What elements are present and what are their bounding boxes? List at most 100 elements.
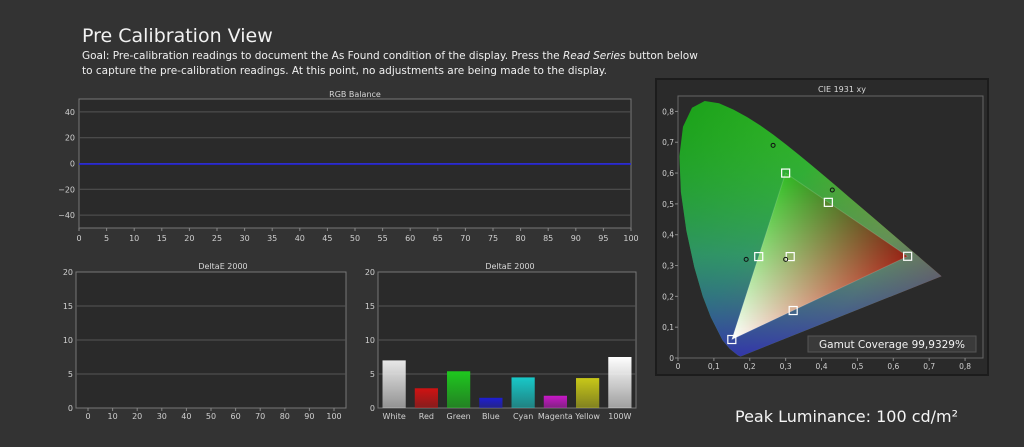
deltae-gray-y-tick-label: 15 <box>63 302 73 311</box>
rgb-x-tick-label: 80 <box>516 234 526 243</box>
goal-text: Goal: Pre-calibration readings to docume… <box>82 49 702 79</box>
bar-blue <box>479 397 503 408</box>
deltae-colors-y-tick-label: 15 <box>365 302 375 311</box>
bar-green <box>447 371 471 408</box>
bar-100w <box>608 357 632 408</box>
cie-x-tick-label: 0,6 <box>887 362 899 371</box>
rgb-x-tick-label: 25 <box>212 234 222 243</box>
cie-y-tick-label: 0 <box>669 354 674 363</box>
rgb-x-tick-label: 90 <box>571 234 581 243</box>
deltae-gray-x-tick-label: 70 <box>255 412 265 421</box>
cie-title: CIE 1931 xy <box>818 85 866 94</box>
peak-luminance: Peak Luminance: 100 cd/m² <box>735 407 959 426</box>
rgb-x-tick-label: 20 <box>184 234 194 243</box>
rgb-x-tick-label: 5 <box>104 234 109 243</box>
deltae-gray-y-tick-label: 0 <box>68 404 73 413</box>
cie-y-tick-label: 0,2 <box>662 292 674 301</box>
deltae-gray-x-tick-label: 100 <box>326 412 341 421</box>
deltae-gray-x-tick-label: 10 <box>108 412 118 421</box>
cie-y-tick-label: 0,6 <box>662 169 674 178</box>
rgb-x-tick-label: 85 <box>543 234 553 243</box>
rgb-balance-x-axis: 0 5 10 15 20 25 30 35 40 45 50 55 60 65 70 75 80 85 90 95 10… <box>76 228 639 243</box>
deltae-colors-title: DeltaE 2000 <box>485 262 534 271</box>
rgb-balance-y-axis: 40 20 0 −20 −40 <box>58 108 75 220</box>
bar-label-blue: Blue <box>482 412 500 421</box>
cie-x-tick-label: 0,3 <box>780 362 792 371</box>
bar-label-yellow: Yellow <box>574 412 600 421</box>
bar-label-magenta: Magenta <box>538 412 573 421</box>
cie-x-tick-label: 0,8 <box>959 362 971 371</box>
deltae-gray-x-tick-label: 0 <box>85 412 90 421</box>
deltae-gray-x-tick-label: 20 <box>132 412 142 421</box>
rgb-y-tick-label: −40 <box>58 211 75 220</box>
rgb-x-tick-label: 70 <box>460 234 470 243</box>
cie-y-tick-label: 0,5 <box>662 200 674 209</box>
bar-label-cyan: Cyan <box>513 412 533 421</box>
gamut-coverage-label: Gamut Coverage 99,9329% <box>819 339 965 351</box>
bar-label-green: Green <box>447 412 471 421</box>
cie-x-tick-label: 0 <box>676 362 681 371</box>
rgb-balance-chart: RGB Balance 40 20 0 −20 −40 0 5 10 15 20 25 30 35 40… <box>58 90 639 243</box>
rgb-x-tick-label: 75 <box>488 234 498 243</box>
deltae-colors-y-axis: 20 15 10 5 0 <box>365 268 375 413</box>
deltae-gray-chart: DeltaE 2000 20151050 0 10 20 30 40 50 60 70 80 90… <box>63 262 347 421</box>
bar-white <box>382 360 406 408</box>
deltae-colors-y-tick-label: 5 <box>370 370 375 379</box>
deltae-gray-y-tick-label: 20 <box>63 268 73 277</box>
deltae-colors-x-axis: White Red Green Blue Cyan Magenta Yellow 100W <box>382 412 631 421</box>
cie-y-tick-label: 0,1 <box>662 323 674 332</box>
cie-x-tick-label: 0,1 <box>708 362 720 371</box>
deltae-gray-x-tick-label: 80 <box>280 412 290 421</box>
deltae-gray-x-tick-label: 30 <box>157 412 167 421</box>
rgb-x-tick-label: 30 <box>240 234 250 243</box>
rgb-x-tick-label: 40 <box>295 234 305 243</box>
rgb-x-tick-label: 0 <box>76 234 81 243</box>
rgb-y-tick-label: 20 <box>65 134 75 143</box>
rgb-x-tick-label: 65 <box>433 234 443 243</box>
rgb-y-tick-label: 0 <box>70 160 75 169</box>
rgb-y-tick-label: 40 <box>65 108 75 117</box>
cie-y-tick-label: 0,3 <box>662 262 674 271</box>
rgb-x-tick-label: 55 <box>378 234 388 243</box>
cie-x-tick-label: 0,4 <box>816 362 828 371</box>
cie-panel: CIE 1931 xy 0,8 0,7 0,6 0,5 0,4 0,3 0,2 0,1 0 00… <box>655 78 989 376</box>
cie-x-tick-label: 0,5 <box>851 362 863 371</box>
goal-text-part1: Goal: Pre-calibration readings to docume… <box>82 50 563 62</box>
rgb-x-tick-label: 50 <box>350 234 360 243</box>
rgb-x-tick-label: 45 <box>322 234 332 243</box>
deltae-gray-y-tick-label: 10 <box>63 336 73 345</box>
rgb-x-tick-label: 100 <box>623 234 638 243</box>
deltae-gray-title: DeltaE 2000 <box>198 262 247 271</box>
rgb-x-tick-label: 35 <box>267 234 277 243</box>
rgb-x-tick-label: 15 <box>157 234 167 243</box>
cie-y-tick-label: 0,8 <box>662 107 674 116</box>
bar-cyan <box>511 377 535 408</box>
deltae-gray-y-tick-label: 5 <box>68 370 73 379</box>
deltae-gray-x-tick-label: 90 <box>304 412 314 421</box>
rgb-balance-title: RGB Balance <box>329 90 381 99</box>
bar-yellow <box>576 378 600 408</box>
cie-y-tick-label: 0,7 <box>662 138 674 147</box>
deltae-colors-y-tick-label: 0 <box>370 404 375 413</box>
deltae-gray-x-tick-label: 50 <box>206 412 216 421</box>
rgb-x-tick-label: 60 <box>405 234 415 243</box>
deltae-gray-y-axis: 20 15 10 5 0 <box>63 268 73 413</box>
cie-y-tick-label: 0,4 <box>662 231 674 240</box>
page-title: Pre Calibration View <box>82 25 273 47</box>
bar-red <box>414 388 438 408</box>
deltae-gray-x-tick-label: 40 <box>181 412 191 421</box>
cie-x-axis: 0 0,1 0,2 0,3 0,4 0,5 0,6 0,7 0,8 <box>676 358 971 371</box>
cie-x-tick-label: 0,7 <box>923 362 935 371</box>
cie-y-axis: 0,8 0,7 0,6 0,5 0,4 0,3 0,2 0,1 0 <box>662 107 678 363</box>
bar-label-red: Red <box>419 412 434 421</box>
rgb-x-tick-label: 10 <box>129 234 139 243</box>
rgb-y-tick-label: −20 <box>58 185 75 194</box>
bar-label-white: White <box>382 412 405 421</box>
read-series-reference: Read Series <box>562 50 626 62</box>
cie-1931-chart: CIE 1931 xy 0,80,70,60,50,40,30,20,10 00… <box>662 85 984 371</box>
deltae-gray-x-tick-label: 60 <box>231 412 241 421</box>
deltae-gray-x-axis: 0 10 20 30 40 50 60 70 80 90 100 <box>85 408 342 421</box>
deltae-colors-chart: DeltaE 2000 20 15 10 5 0 White Red Green Blue Cy… <box>365 262 637 421</box>
cie-x-tick-label: 0,2 <box>744 362 756 371</box>
deltae-colors-y-tick-label: 10 <box>365 336 375 345</box>
